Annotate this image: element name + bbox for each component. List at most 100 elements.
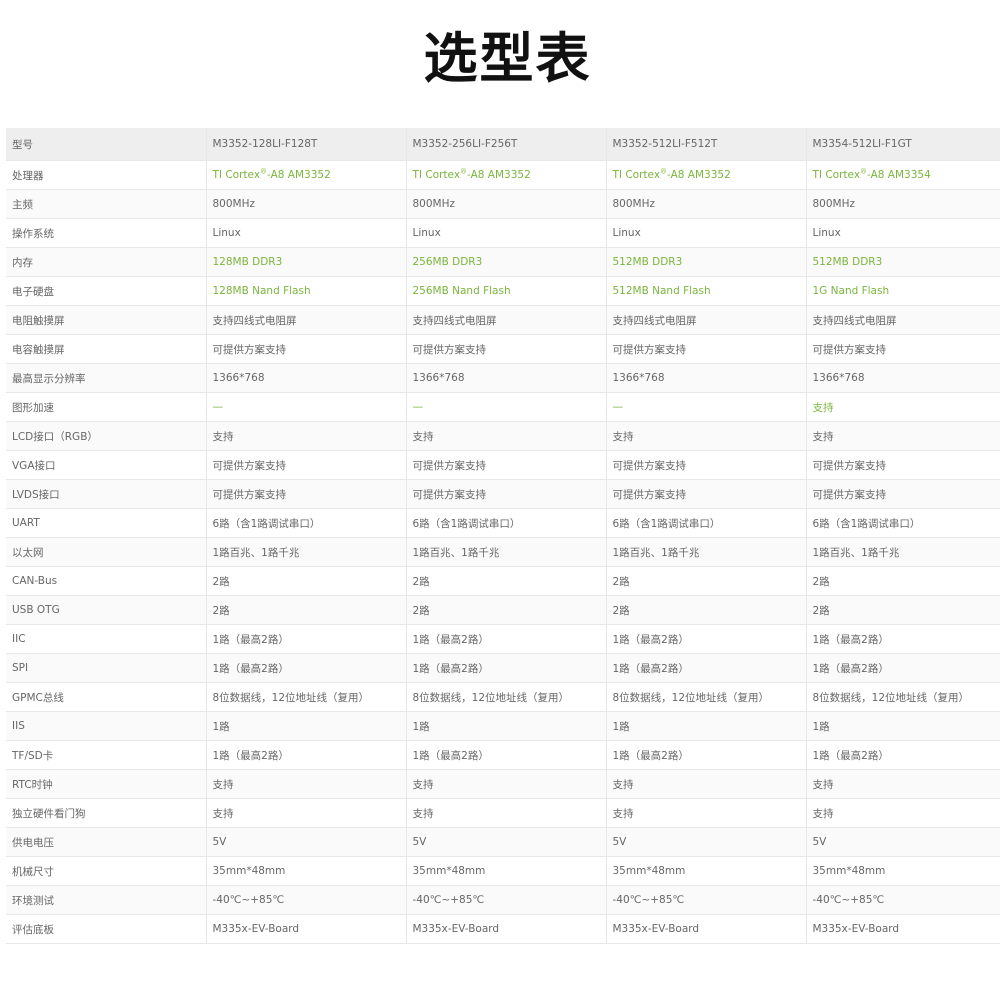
spec-value: 512MB DDR3 bbox=[606, 247, 807, 277]
spec-value: 2路 bbox=[206, 595, 407, 625]
row-label: RTC时钟 bbox=[6, 769, 207, 799]
row-label: 独立硬件看门狗 bbox=[6, 798, 207, 828]
spec-value: 支持 bbox=[206, 798, 407, 828]
spec-value: 6路（含1路调试串口） bbox=[406, 508, 607, 538]
spec-value: 2路 bbox=[806, 566, 1000, 596]
row-label: 电阻触摸屏 bbox=[6, 305, 207, 335]
spec-value: 1路（最高2路） bbox=[606, 740, 807, 770]
table-row: IIS 1路 1路 1路 1路 bbox=[6, 711, 1000, 741]
spec-value: 2路 bbox=[406, 595, 607, 625]
row-label: IIS bbox=[6, 711, 207, 741]
spec-value: 35mm*48mm bbox=[206, 856, 407, 886]
header-label: 型号 bbox=[6, 128, 207, 161]
spec-value: 8位数据线，12位地址线（复用） bbox=[806, 682, 1000, 712]
spec-value: 800MHz bbox=[406, 189, 607, 219]
model-name: M3352-512LI-F512T bbox=[606, 128, 807, 161]
row-label: GPMC总线 bbox=[6, 682, 207, 712]
processor-prefix: TI Cortex bbox=[612, 169, 661, 181]
spec-value: 1G Nand Flash bbox=[806, 276, 1000, 306]
row-label: TF/SD卡 bbox=[6, 740, 207, 770]
row-label: 主频 bbox=[6, 189, 207, 219]
processor-model: -A8 AM3352 bbox=[467, 169, 531, 181]
spec-value: 可提供方案支持 bbox=[606, 450, 807, 480]
row-label: 机械尺寸 bbox=[6, 856, 207, 886]
spec-value: 1路百兆、1路千兆 bbox=[606, 537, 807, 567]
row-label: IIC bbox=[6, 624, 207, 654]
spec-value: M335x-EV-Board bbox=[206, 914, 407, 944]
spec-value: 支持 bbox=[806, 798, 1000, 828]
spec-value: 可提供方案支持 bbox=[206, 450, 407, 480]
registered-mark: ® bbox=[860, 167, 868, 176]
table-row: 处理器 TI Cortex®-A8 AM3352 TI Cortex®-A8 A… bbox=[6, 160, 1000, 190]
processor-model: -A8 AM3352 bbox=[667, 169, 731, 181]
processor-value: TI Cortex®-A8 AM3354 bbox=[806, 160, 1000, 190]
spec-value: 1路（最高2路） bbox=[406, 624, 607, 654]
table-row: RTC时钟 支持 支持 支持 支持 bbox=[6, 769, 1000, 799]
spec-value: 5V bbox=[206, 827, 407, 857]
spec-value: 1路（最高2路） bbox=[206, 740, 407, 770]
table-row: 主频 800MHz 800MHz 800MHz 800MHz bbox=[6, 189, 1000, 219]
spec-value: 1路（最高2路） bbox=[806, 653, 1000, 683]
spec-value: 1路 bbox=[606, 711, 807, 741]
row-label: 评估底板 bbox=[6, 914, 207, 944]
spec-value: 128MB DDR3 bbox=[206, 247, 407, 277]
table-row: 以太网 1路百兆、1路千兆 1路百兆、1路千兆 1路百兆、1路千兆 1路百兆、1路千兆 bbox=[6, 537, 1000, 567]
spec-value: 1366*768 bbox=[206, 363, 407, 393]
spec-value: 35mm*48mm bbox=[406, 856, 607, 886]
spec-value: 1路 bbox=[206, 711, 407, 741]
spec-value: 支持 bbox=[806, 769, 1000, 799]
spec-value: 1路（最高2路） bbox=[806, 740, 1000, 770]
spec-value: 1路 bbox=[806, 711, 1000, 741]
spec-value: 256MB Nand Flash bbox=[406, 276, 607, 306]
spec-value: 支持 bbox=[206, 421, 407, 451]
spec-value: 1路百兆、1路千兆 bbox=[206, 537, 407, 567]
table-row: 内存 128MB DDR3 256MB DDR3 512MB DDR3 512MB DD… bbox=[6, 247, 1000, 277]
spec-value: Linux bbox=[606, 218, 807, 248]
spec-value: — bbox=[406, 392, 607, 422]
spec-value: 1366*768 bbox=[606, 363, 807, 393]
table-row: 评估底板 M335x-EV-Board M335x-EV-Board M335x-EV… bbox=[6, 914, 1000, 944]
spec-value: 35mm*48mm bbox=[606, 856, 807, 886]
spec-value: 35mm*48mm bbox=[806, 856, 1000, 886]
spec-value: 可提供方案支持 bbox=[406, 479, 607, 509]
table-row: TF/SD卡 1路（最高2路） 1路（最高2路） 1路（最高2路） 1路（最高2路） bbox=[6, 740, 1000, 770]
spec-value: Linux bbox=[206, 218, 407, 248]
spec-value: 8位数据线，12位地址线（复用） bbox=[406, 682, 607, 712]
row-label: UART bbox=[6, 508, 207, 538]
spec-value: 可提供方案支持 bbox=[806, 450, 1000, 480]
row-label: VGA接口 bbox=[6, 450, 207, 480]
processor-value: TI Cortex®-A8 AM3352 bbox=[206, 160, 407, 190]
processor-value: TI Cortex®-A8 AM3352 bbox=[606, 160, 807, 190]
row-label: LVDS接口 bbox=[6, 479, 207, 509]
model-name: M3352-128LI-F128T bbox=[206, 128, 407, 161]
row-label: 供电电压 bbox=[6, 827, 207, 857]
spec-value: -40℃~+85℃ bbox=[806, 885, 1000, 915]
processor-model: -A8 AM3354 bbox=[867, 169, 931, 181]
spec-value: 2路 bbox=[406, 566, 607, 596]
table-row: 独立硬件看门狗 支持 支持 支持 支持 bbox=[6, 798, 1000, 828]
spec-value: 1路（最高2路） bbox=[406, 653, 607, 683]
selection-table: 型号 M3352-128LI-F128T M3352-256LI-F256T M… bbox=[6, 128, 1000, 944]
table-row: UART 6路（含1路调试串口） 6路（含1路调试串口） 6路（含1路调试串口） 6路（… bbox=[6, 508, 1000, 538]
spec-value: 1路百兆、1路千兆 bbox=[806, 537, 1000, 567]
spec-value: 256MB DDR3 bbox=[406, 247, 607, 277]
row-label: 环境测试 bbox=[6, 885, 207, 915]
spec-value: 1路（最高2路） bbox=[606, 624, 807, 654]
table-row: 供电电压 5V 5V 5V 5V bbox=[6, 827, 1000, 857]
spec-value: Linux bbox=[406, 218, 607, 248]
processor-prefix: TI Cortex bbox=[212, 169, 261, 181]
spec-value: 支持 bbox=[406, 421, 607, 451]
spec-value: 支持 bbox=[406, 769, 607, 799]
spec-value: 128MB Nand Flash bbox=[206, 276, 407, 306]
spec-value: -40℃~+85℃ bbox=[606, 885, 807, 915]
spec-value: 支持四线式电阻屏 bbox=[806, 305, 1000, 335]
model-name: M3354-512LI-F1GT bbox=[806, 128, 1000, 161]
spec-value: 可提供方案支持 bbox=[406, 334, 607, 364]
spec-value: -40℃~+85℃ bbox=[206, 885, 407, 915]
table-row: IIC 1路（最高2路） 1路（最高2路） 1路（最高2路） 1路（最高2路） bbox=[6, 624, 1000, 654]
spec-value: M335x-EV-Board bbox=[406, 914, 607, 944]
table-row: 最高显示分辨率 1366*768 1366*768 1366*768 1366*768 bbox=[6, 363, 1000, 393]
row-label: CAN-Bus bbox=[6, 566, 207, 596]
registered-mark: ® bbox=[460, 167, 468, 176]
processor-value: TI Cortex®-A8 AM3352 bbox=[406, 160, 607, 190]
